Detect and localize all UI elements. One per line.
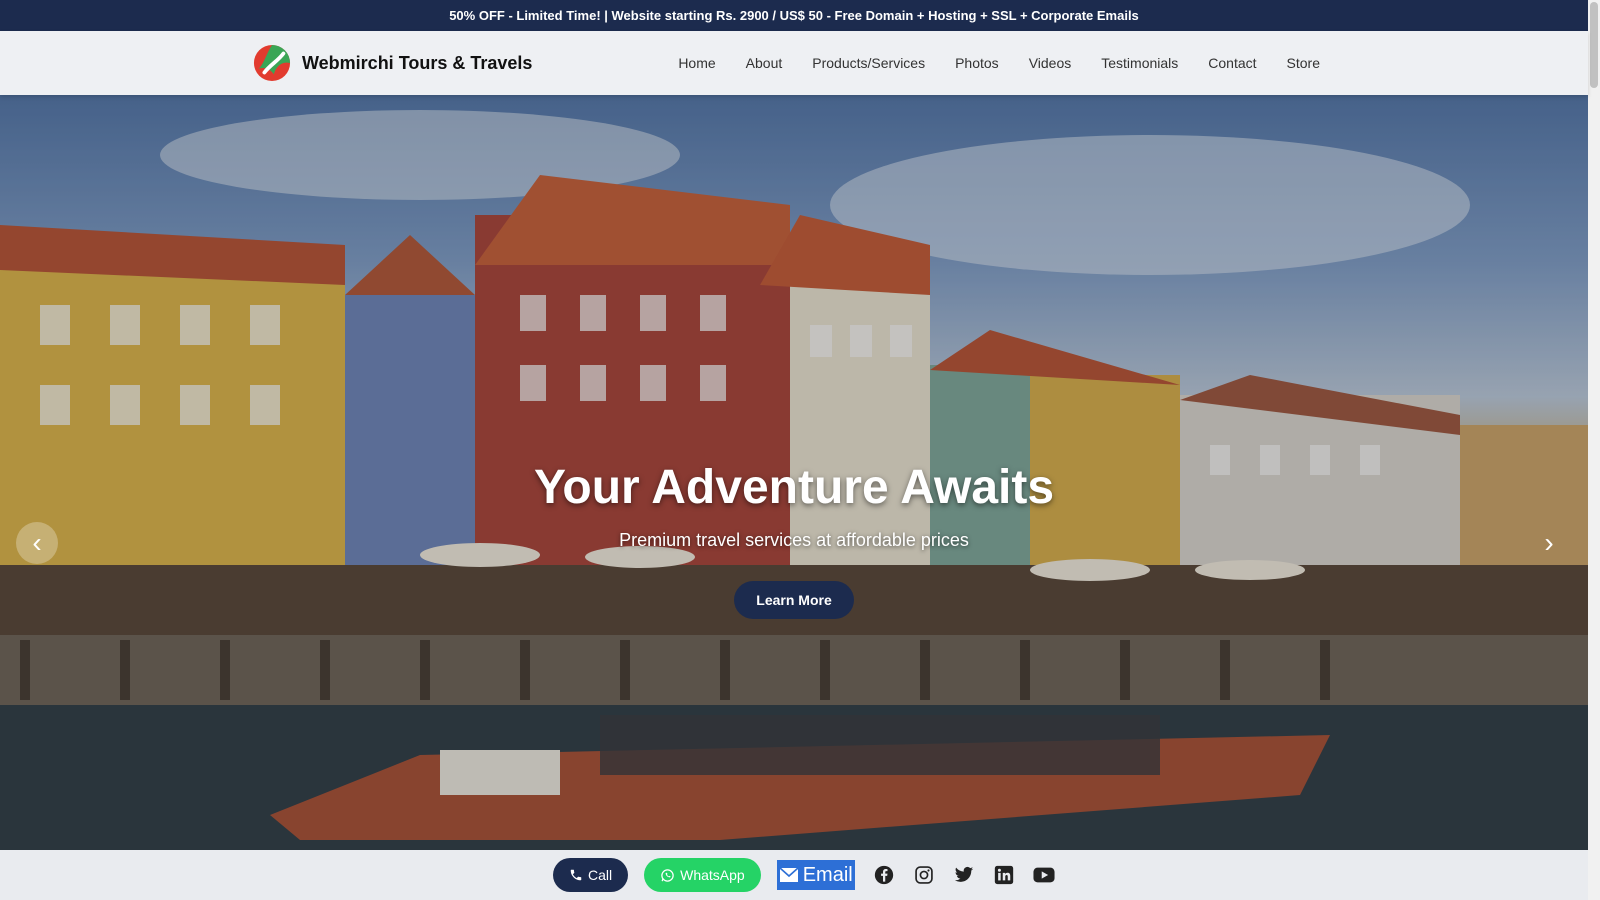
mail-icon [779, 867, 799, 882]
whatsapp-label: WhatsApp [680, 867, 745, 883]
brand[interactable]: Webmirchi Tours & Travels [253, 44, 532, 82]
phone-icon [570, 869, 582, 881]
carousel-next-button[interactable]: › [1528, 522, 1570, 564]
navbar: Webmirchi Tours & Travels Home About Pro… [0, 31, 1588, 95]
nav-about[interactable]: About [746, 55, 783, 71]
brand-name: Webmirchi Tours & Travels [302, 52, 533, 73]
nav-home[interactable]: Home [678, 55, 715, 71]
whatsapp-button[interactable]: WhatsApp [644, 858, 761, 892]
hero-title: Your Adventure Awaits [533, 461, 1055, 514]
nav-store[interactable]: Store [1287, 55, 1320, 71]
twitter-icon[interactable] [953, 864, 975, 886]
email-button[interactable]: Email [776, 860, 855, 890]
page-scrollbar[interactable] [1588, 0, 1600, 900]
nav-videos[interactable]: Videos [1029, 55, 1072, 71]
call-label: Call [588, 867, 613, 883]
call-button[interactable]: Call [553, 858, 629, 892]
contact-bar: Call WhatsApp Email [0, 850, 1588, 900]
instagram-icon[interactable] [913, 864, 935, 886]
linkedin-icon[interactable] [993, 864, 1015, 886]
carousel-prev-button[interactable]: ‹ [16, 522, 58, 564]
email-label: Email [802, 863, 853, 886]
nav-products-services[interactable]: Products/Services [812, 55, 925, 71]
promo-text: 50% OFF - Limited Time! | Website starti… [449, 8, 1139, 23]
youtube-icon[interactable] [1033, 864, 1055, 886]
chili-logo-icon [253, 44, 291, 82]
hero-carousel: Your Adventure Awaits Premium travel ser… [0, 95, 1588, 850]
main-nav: Home About Products/Services Photos Vide… [648, 31, 1320, 95]
nav-photos[interactable]: Photos [955, 55, 999, 71]
facebook-icon[interactable] [873, 864, 895, 886]
scrollbar-thumb[interactable] [1590, 2, 1598, 88]
nav-contact[interactable]: Contact [1208, 55, 1256, 71]
nav-testimonials[interactable]: Testimonials [1101, 55, 1178, 71]
promo-banner: 50% OFF - Limited Time! | Website starti… [0, 0, 1588, 31]
learn-more-button[interactable]: Learn More [734, 581, 854, 619]
whatsapp-icon [661, 868, 674, 882]
hero-subtitle: Premium travel services at affordable pr… [619, 530, 969, 550]
